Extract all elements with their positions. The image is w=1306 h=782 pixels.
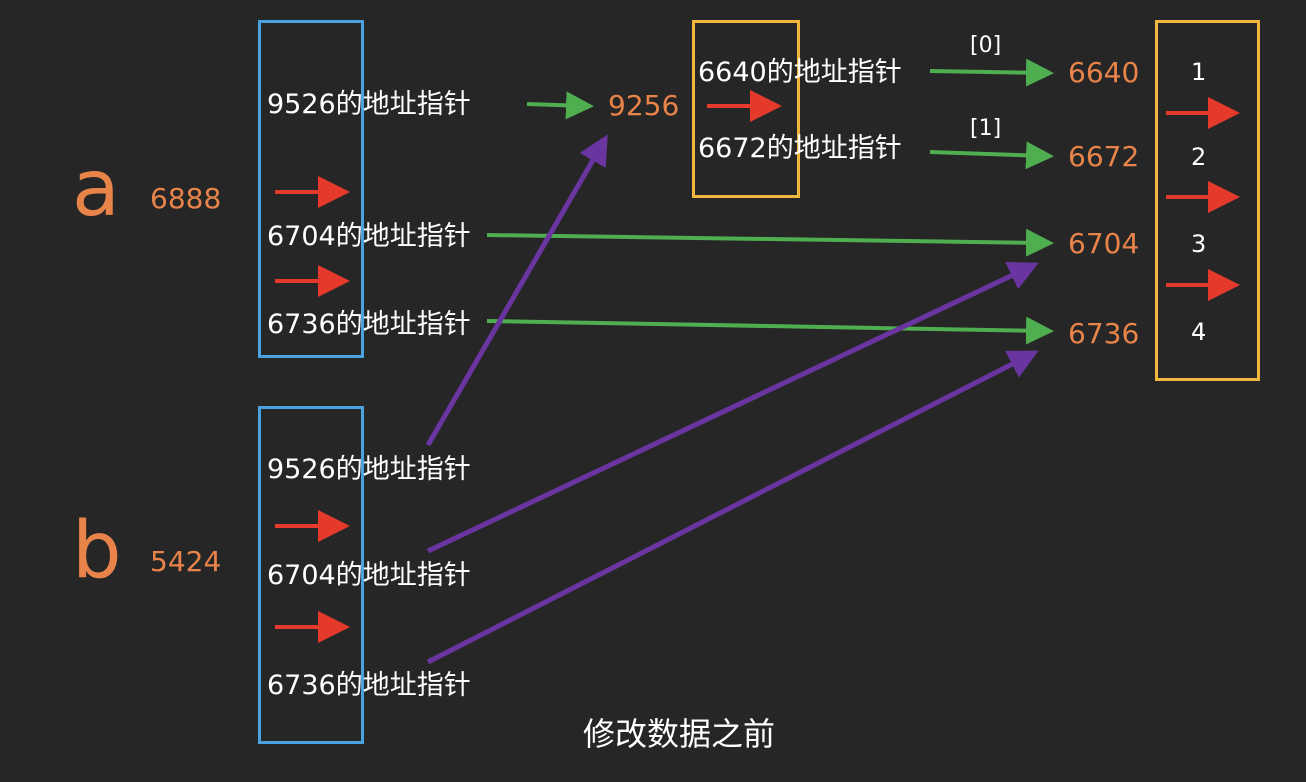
green-arrow-inner1-to-6672 [929,141,1054,170]
arrows-layer [275,58,1240,665]
green-arrow-a1-to-6704 [486,228,1054,257]
purple-arrow-b0-to-inner [425,134,608,447]
memory-diagram: a 6888 b 5424 9526的地址指针 6704的地址指针 6736的地… [0,0,1306,782]
green-arrow-a2-to-6736 [486,316,1054,345]
green-arrow-a0-to-inner [526,91,594,120]
green-arrow-inner0-to-6640 [929,58,1054,87]
